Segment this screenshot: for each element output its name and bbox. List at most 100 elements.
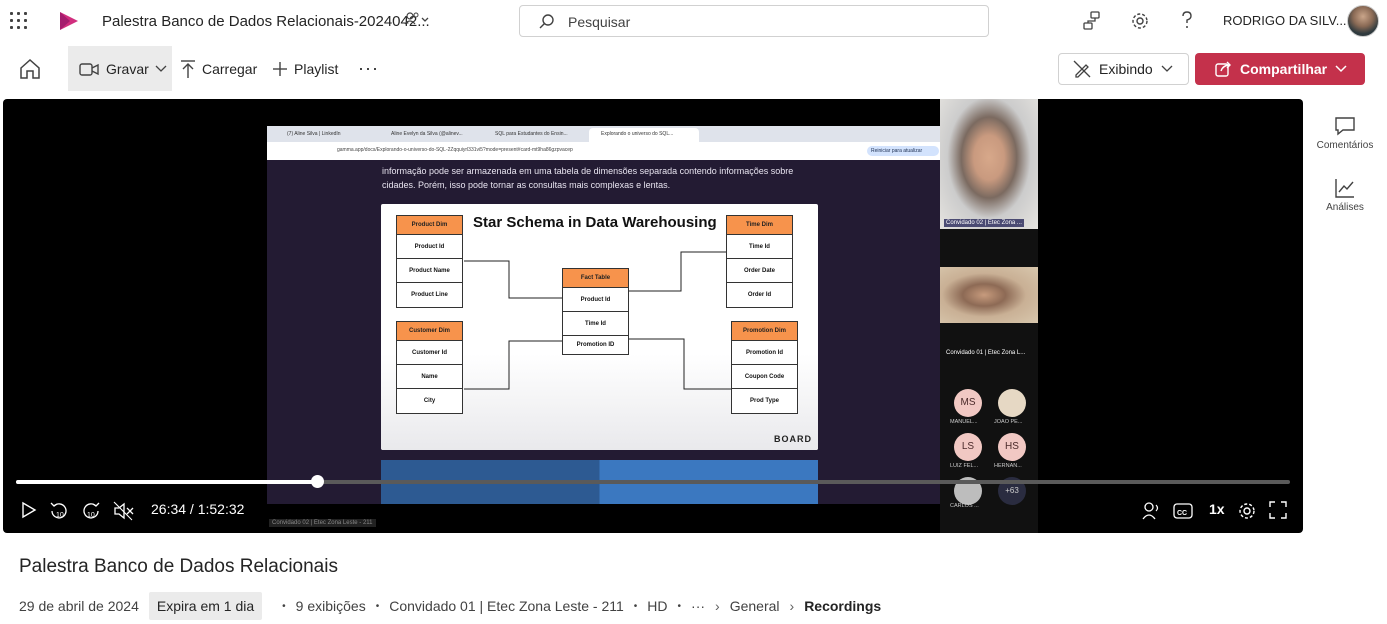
seek-bar-played <box>16 480 317 484</box>
participant-avatar: LS <box>954 433 982 461</box>
participant-video: Convidado 02 | Etec Zona ... <box>940 99 1038 229</box>
participant-avatar: HS <box>998 433 1026 461</box>
search-input[interactable]: Pesquisar <box>568 14 630 30</box>
stream-logo-icon[interactable] <box>58 11 80 31</box>
playback-speed-button[interactable]: 1x <box>1209 501 1225 517</box>
skip-back-label: 10 <box>56 512 64 519</box>
chevron-down-icon <box>1335 65 1347 73</box>
table-row: City <box>423 398 436 404</box>
slide-paragraph: informação pode ser armazenada em uma ta… <box>382 166 794 190</box>
upload-button[interactable]: Carregar <box>180 46 257 91</box>
skip-forward-label: 10 <box>87 512 95 519</box>
participant-avatar: MS <box>954 389 982 417</box>
video-metadata: 29 de abril de 2024 Expira em 1 dia • 9 … <box>19 592 881 620</box>
record-button[interactable]: Gravar <box>68 46 172 91</box>
analytics-button[interactable]: Análises <box>1303 177 1387 213</box>
audio-description-icon[interactable] <box>1141 501 1161 521</box>
shared-screen: (7) Aline Silva | LinkedIn Aline Evelyn … <box>267 126 940 504</box>
breadcrumb-general[interactable]: General <box>730 598 780 614</box>
command-bar: Gravar Carregar Playlist ··· Exibindo Co… <box>0 46 1387 94</box>
table-row: Product Id <box>397 235 462 259</box>
chevron-right-icon: › <box>715 598 720 614</box>
video-date: 29 de abril de 2024 <box>19 598 139 614</box>
table-row: Name <box>397 365 462 389</box>
table-header: Product Dim <box>397 216 462 235</box>
settings-gear-icon[interactable] <box>1130 10 1150 32</box>
browser-restart-button: Reiniciar para atualizar <box>867 146 939 156</box>
chevron-down-icon <box>155 65 167 72</box>
search-box[interactable]: Pesquisar <box>519 5 989 37</box>
promotion-dim-table: Promotion Dim Promotion Id Coupon Code P… <box>731 321 798 414</box>
breadcrumb-more[interactable]: ··· <box>691 598 705 614</box>
video-owner[interactable]: Convidado 01 | Etec Zona Leste - 211 <box>389 598 624 614</box>
browser-url: gamma.app/docs/Explorando-o-universo-do-… <box>337 147 573 153</box>
seek-bar-thumb[interactable] <box>310 475 324 488</box>
seek-bar[interactable] <box>16 475 1290 488</box>
view-count: 9 exibições <box>295 598 366 614</box>
record-label: Gravar <box>106 60 149 77</box>
skip-forward-icon[interactable]: 10 <box>81 501 101 521</box>
play-icon[interactable] <box>20 501 38 519</box>
settings-gear-icon[interactable] <box>1237 501 1257 521</box>
app-launcher-icon[interactable] <box>10 12 28 30</box>
plus-icon <box>273 61 287 76</box>
skip-back-icon[interactable]: 10 <box>49 501 69 521</box>
table-row: Product Name <box>397 259 462 283</box>
time-dim-table: Time Dim Time Id Order Date Order Id <box>726 215 793 308</box>
diagram-title: Star Schema in Data Warehousing <box>473 214 717 231</box>
video-title: Palestra Banco de Dados Relacionais <box>19 556 338 577</box>
table-row: Prod Type <box>750 398 779 404</box>
participant-name: HERNAN... <box>994 463 1022 469</box>
user-name[interactable]: RODRIGO DA SILV... <box>1223 13 1347 28</box>
expiration-badge[interactable]: Expira em 1 dia <box>148 592 263 620</box>
home-button[interactable] <box>18 46 42 91</box>
viewing-mode-button[interactable]: Exibindo <box>1058 53 1189 85</box>
time-display: 26:34 / 1:52:32 <box>151 501 245 517</box>
upload-label: Carregar <box>202 60 258 77</box>
record-camera-icon <box>79 62 99 76</box>
shared-people-icon[interactable] <box>404 11 430 32</box>
quality-badge: HD <box>647 598 668 614</box>
fullscreen-icon[interactable] <box>1269 501 1287 519</box>
video-player[interactable]: (7) Aline Silva | LinkedIn Aline Evelyn … <box>3 99 1303 533</box>
table-row: Coupon Code <box>732 365 797 389</box>
share-label: Compartilhar <box>1240 61 1328 77</box>
captions-icon[interactable]: CC <box>1173 501 1193 521</box>
participant-name: MANUEL... <box>950 419 978 425</box>
table-header: Time Dim <box>727 216 792 235</box>
table-row: Promotion ID <box>576 342 615 348</box>
table-header: Fact Table <box>563 269 628 288</box>
analytics-chart-icon <box>1335 179 1354 198</box>
table-header: Promotion Dim <box>732 322 797 341</box>
star-schema-diagram: Star Schema in Data Warehousing Product … <box>381 204 818 450</box>
participant-gallery: Convidado 02 | Etec Zona ... Convidado 0… <box>940 99 1038 533</box>
mute-icon[interactable] <box>113 501 135 521</box>
browser-tab-active: Explorando o universo do SQL... <box>589 128 699 142</box>
breadcrumb-recordings[interactable]: Recordings <box>804 598 881 614</box>
table-row: Order Id <box>747 292 772 298</box>
browser-tab-strip: (7) Aline Silva | LinkedIn Aline Evelyn … <box>267 126 940 142</box>
share-button[interactable]: Compartilhar <box>1195 53 1365 85</box>
browser-address-bar: gamma.app/docs/Explorando-o-universo-do-… <box>267 142 940 160</box>
product-dim-table: Product Dim Product Id Product Name Prod… <box>396 215 463 308</box>
chevron-right-icon: › <box>789 598 795 614</box>
org-icon[interactable] <box>1082 10 1102 32</box>
table-row: Order Date <box>727 259 792 283</box>
browser-tab: (7) Aline Silva | LinkedIn <box>287 131 341 137</box>
table-row: Promotion Id <box>732 341 797 365</box>
user-avatar[interactable] <box>1347 5 1379 37</box>
right-rail: Comentários Análises <box>1303 99 1387 533</box>
chevron-down-icon <box>1161 65 1173 72</box>
comments-button[interactable]: Comentários <box>1303 115 1387 151</box>
table-row: Product Id <box>563 288 628 312</box>
document-title[interactable]: Palestra Banco de Dados Relacionais-2024… <box>102 13 430 30</box>
analytics-label: Análises <box>1326 202 1364 213</box>
playlist-button[interactable]: Playlist <box>272 46 338 91</box>
more-options-button[interactable]: ··· <box>358 46 379 91</box>
help-icon[interactable] <box>1178 10 1196 32</box>
top-bar: Palestra Banco de Dados Relacionais-2024… <box>0 0 1387 44</box>
browser-tab: SQL para Estudantes do Ensin... <box>495 131 568 137</box>
table-header: Customer Dim <box>397 322 462 341</box>
fact-table: Fact Table Product Id Time Id Promotion … <box>562 268 629 355</box>
viewing-mode-label: Exibindo <box>1099 61 1153 77</box>
